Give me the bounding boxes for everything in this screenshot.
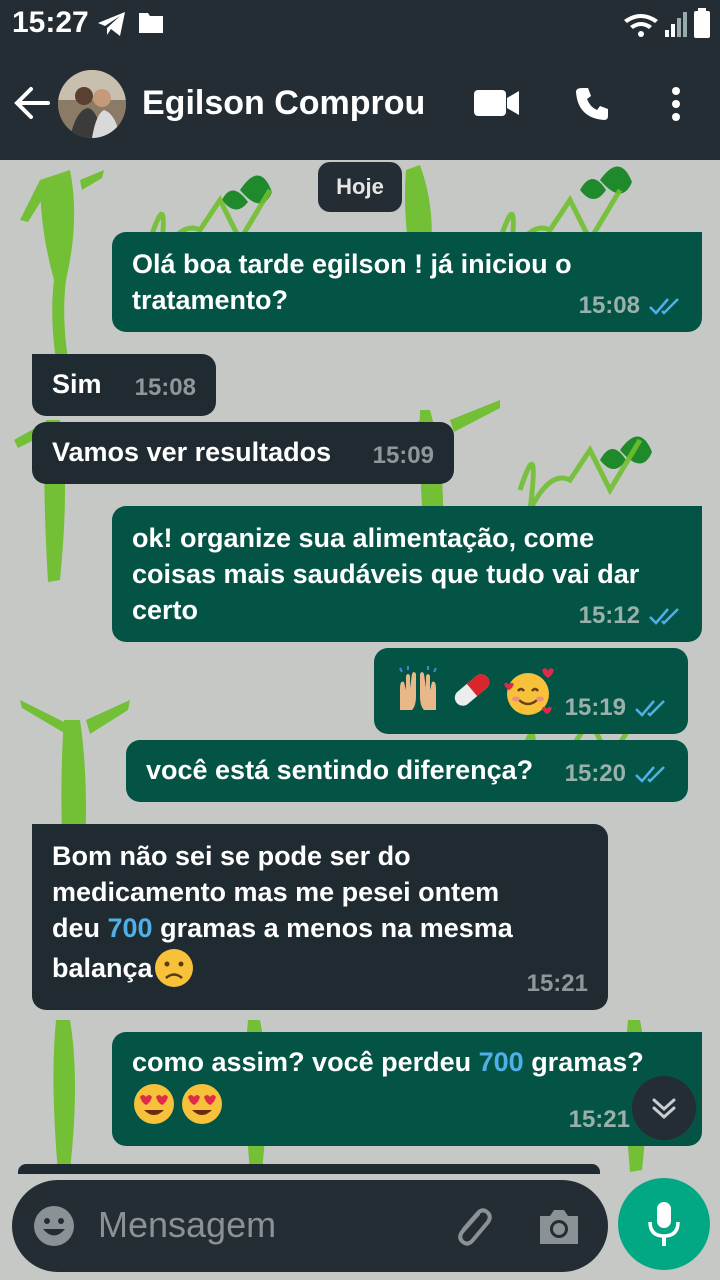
status-time: 15:27: [12, 6, 89, 39]
double-check-icon: [635, 766, 665, 783]
message-time: 15:08: [578, 292, 640, 319]
message-text: Sim: [52, 369, 102, 399]
partial-message-bubble: [18, 1164, 600, 1174]
message-text: balança: [52, 953, 153, 983]
paperclip-icon[interactable]: [448, 1202, 496, 1250]
message-text: gramas a menos na mesma: [152, 913, 513, 943]
mic-button[interactable]: [618, 1178, 710, 1270]
message-text: tratamento?: [132, 285, 289, 315]
emoji-icon[interactable]: [32, 1204, 76, 1248]
folder-icon: [139, 13, 163, 33]
message-bubble-outgoing[interactable]: Olá boa tarde egilson ! já iniciou o tra…: [112, 232, 702, 332]
message-bubble-outgoing[interactable]: ok! organize sua alimentação, come coisa…: [112, 506, 702, 642]
message-time: 15:08: [134, 374, 196, 401]
smiling-face-with-hearts-icon: [504, 668, 554, 715]
wifi-icon: [624, 14, 658, 37]
telegram-icon: [98, 12, 125, 36]
video-call-icon[interactable]: [474, 88, 520, 118]
message-input-bar[interactable]: Mensagem: [12, 1180, 608, 1272]
message-text: Olá boa tarde egilson ! já iniciou o: [132, 249, 572, 279]
message-bubble-outgoing[interactable]: como assim? você perdeu 700 gramas? 15:2…: [112, 1032, 702, 1146]
message-time: 15:21: [568, 1106, 630, 1133]
arrow-left-icon[interactable]: [14, 86, 50, 120]
avatar[interactable]: [58, 70, 126, 138]
battery-icon: [694, 8, 710, 38]
message-text: gramas?: [523, 1047, 644, 1077]
heart-eyes-icon: [182, 1084, 222, 1124]
message-text: coisas mais saudáveis que tudo vai dar: [132, 559, 640, 589]
message-time: 15:12: [578, 602, 640, 629]
signal-icon: [665, 12, 687, 37]
double-check-icon: [649, 298, 679, 315]
message-time: 15:21: [526, 970, 588, 997]
message-bubble-outgoing[interactable]: você está sentindo diferença? 15:20: [126, 740, 688, 802]
message-text: como assim? você perdeu: [132, 1047, 479, 1077]
message-bubble-incoming[interactable]: Sim 15:08: [32, 354, 216, 416]
date-chip: Hoje: [318, 162, 402, 212]
frowning-face-icon: [154, 949, 193, 987]
status-bar: 15:27: [0, 0, 720, 48]
scroll-down-button[interactable]: [632, 1076, 696, 1140]
message-text: certo: [132, 595, 199, 625]
message-bubble-incoming[interactable]: Vamos ver resultados 15:09: [32, 422, 454, 484]
chat-area[interactable]: Hoje Olá boa tarde egilson ! já iniciou …: [0, 160, 720, 1280]
message-text: deu: [52, 913, 108, 943]
number-highlight[interactable]: 700: [479, 1047, 524, 1077]
chevron-double-down-icon: [652, 1098, 676, 1120]
camera-icon[interactable]: [536, 1206, 582, 1246]
pill-icon: [454, 674, 490, 706]
microphone-icon: [648, 1202, 680, 1246]
message-time: 15:09: [372, 442, 434, 469]
heart-eyes-icon: [134, 1084, 174, 1124]
message-input[interactable]: Mensagem: [98, 1204, 276, 1246]
message-text: Bom não sei se pode ser do: [52, 841, 411, 871]
double-check-icon: [635, 700, 665, 717]
message-text: ok! organize sua alimentação, come: [132, 523, 595, 553]
message-text: você está sentindo diferença?: [146, 755, 534, 785]
number-highlight[interactable]: 700: [108, 913, 153, 943]
phone-icon[interactable]: [574, 86, 610, 122]
message-text: medicamento mas me pesei ontem: [52, 877, 500, 907]
double-check-icon: [649, 608, 679, 625]
message-time: 15:19: [564, 694, 626, 721]
raising-hands-icon: [399, 666, 437, 710]
contact-name[interactable]: Egilson Comprou: [142, 84, 425, 123]
message-bubble-incoming[interactable]: Bom não sei se pode ser do medicamento m…: [32, 824, 608, 1010]
chat-header: Egilson Comprou: [0, 48, 720, 160]
message-bubble-outgoing[interactable]: 15:19: [374, 648, 688, 734]
more-vert-icon[interactable]: [670, 86, 682, 122]
message-time: 15:20: [564, 760, 626, 787]
message-text: Vamos ver resultados: [52, 437, 332, 467]
